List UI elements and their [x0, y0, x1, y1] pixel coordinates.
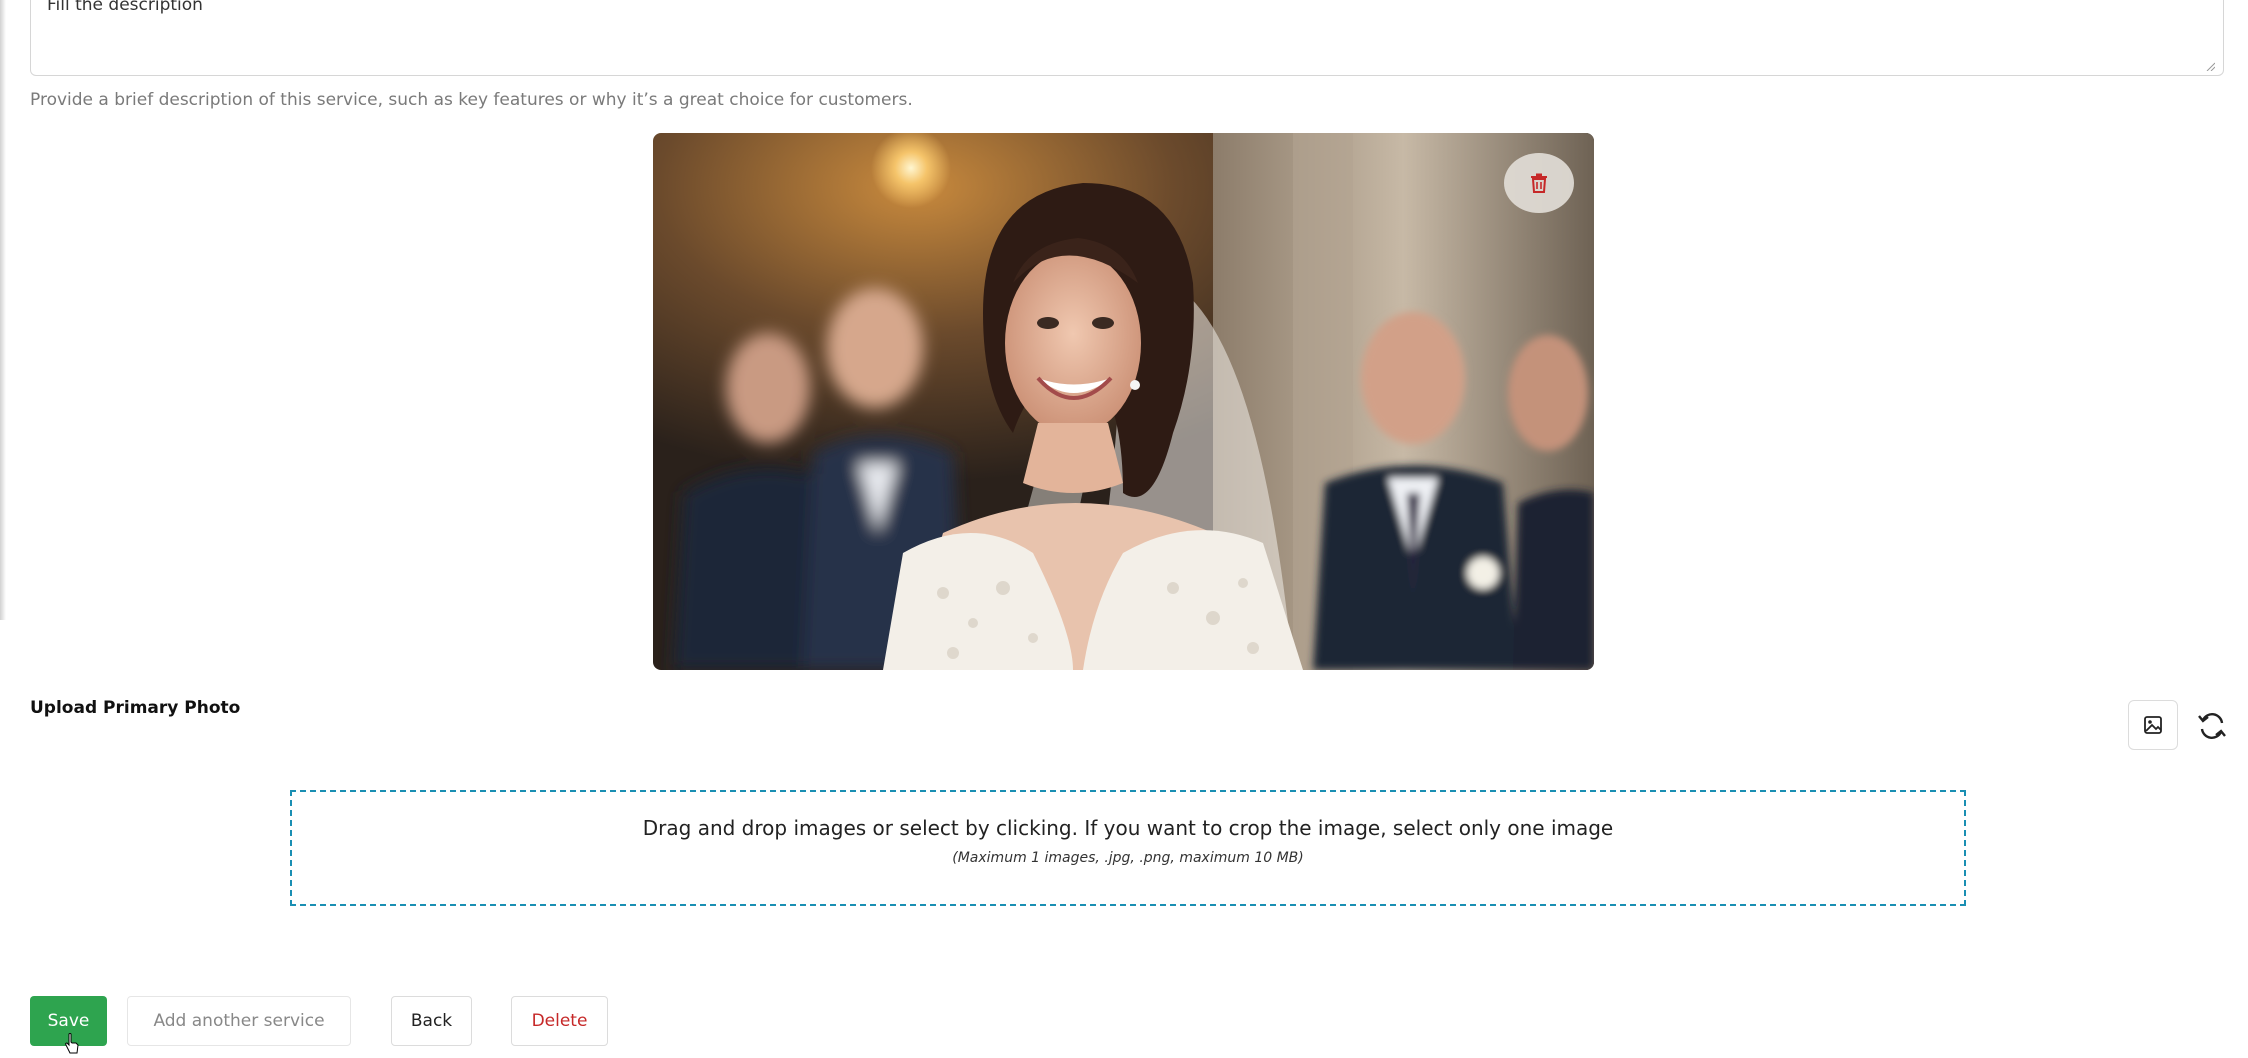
image-dropzone[interactable]: Drag and drop images or select by clicki…: [290, 790, 1966, 906]
drawer-shadow: [0, 0, 6, 620]
dropzone-limits: (Maximum 1 images, .jpg, .png, maximum 1…: [952, 850, 1304, 866]
wedding-photo-image: [653, 133, 1594, 670]
description-textarea[interactable]: Fill the description: [30, 0, 2224, 76]
trash-icon: [1531, 173, 1547, 193]
image-icon: [2144, 716, 2162, 734]
delete-photo-button[interactable]: [1504, 153, 1574, 213]
back-button[interactable]: Back: [391, 996, 472, 1046]
add-another-service-button[interactable]: Add another service: [127, 996, 351, 1046]
image-tool-button[interactable]: [2128, 700, 2178, 750]
upload-primary-photo-label: Upload Primary Photo: [30, 698, 241, 718]
dropzone-instructions: Drag and drop images or select by clicki…: [642, 816, 1614, 840]
primary-photo-preview: [653, 133, 1594, 670]
delete-button[interactable]: Delete: [511, 996, 608, 1046]
refresh-button[interactable]: [2194, 708, 2230, 744]
description-value: Fill the description: [47, 0, 203, 15]
hand-pointer-icon: [65, 1033, 79, 1054]
resize-grip-icon[interactable]: [2205, 61, 2215, 71]
description-help-text: Provide a brief description of this serv…: [30, 90, 913, 110]
refresh-icon: [2198, 713, 2226, 739]
